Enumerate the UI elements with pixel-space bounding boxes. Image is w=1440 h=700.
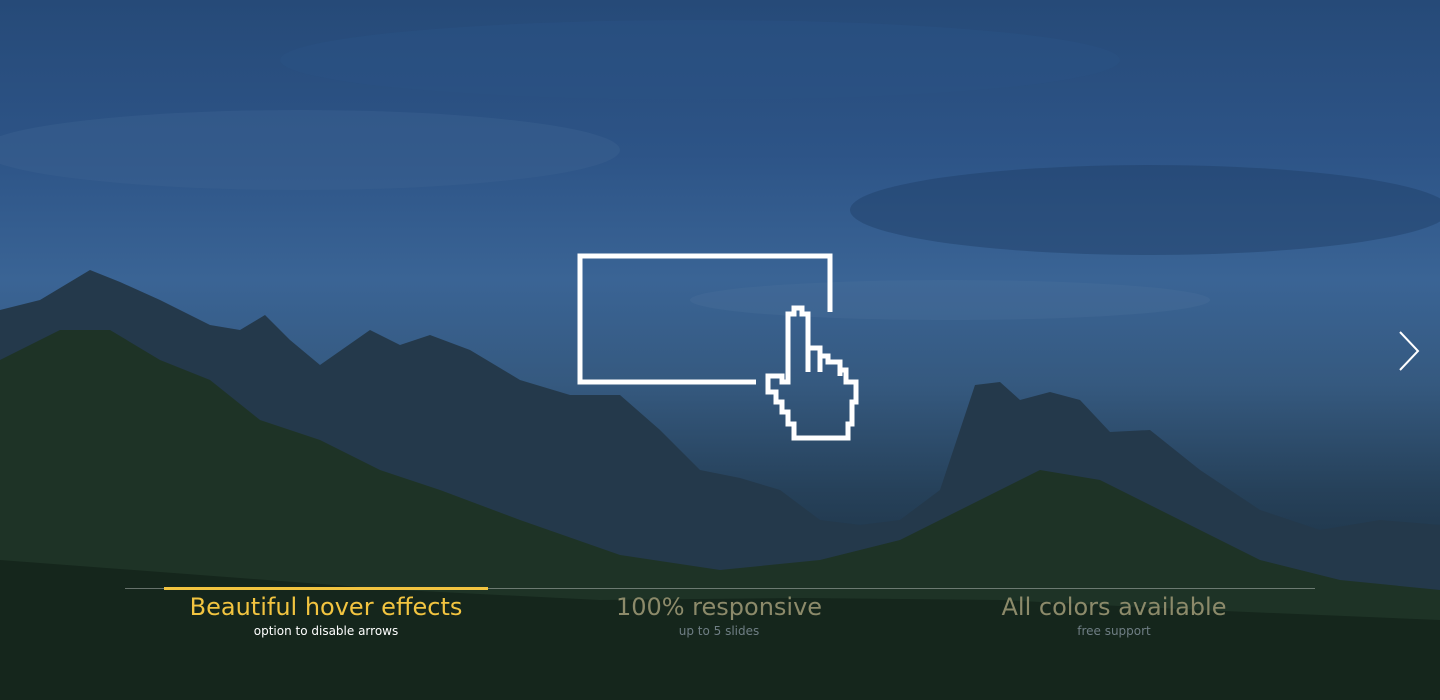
tab-beautiful-hover-effects[interactable]: Beautiful hover effects option to disabl… [164, 587, 488, 648]
tab-100-responsive[interactable]: 100% responsive up to 5 slides [557, 588, 881, 648]
tab-subtitle: free support [1077, 624, 1151, 638]
tab-title: Beautiful hover effects [189, 593, 463, 621]
slide-tabs: Beautiful hover effects option to disabl… [125, 587, 1315, 648]
chevron-right-icon[interactable] [1390, 328, 1426, 374]
active-tab-indicator [164, 587, 488, 590]
tab-all-colors-available[interactable]: All colors available free support [952, 588, 1276, 648]
slider: Beautiful hover effects option to disabl… [0, 0, 1440, 700]
tab-subtitle: up to 5 slides [678, 624, 760, 638]
tab-title: All colors available [1001, 593, 1227, 621]
tab-subtitle: option to disable arrows [253, 624, 399, 638]
pixel-hand-cursor-icon [577, 253, 859, 441]
tab-title: 100% responsive [615, 593, 823, 621]
